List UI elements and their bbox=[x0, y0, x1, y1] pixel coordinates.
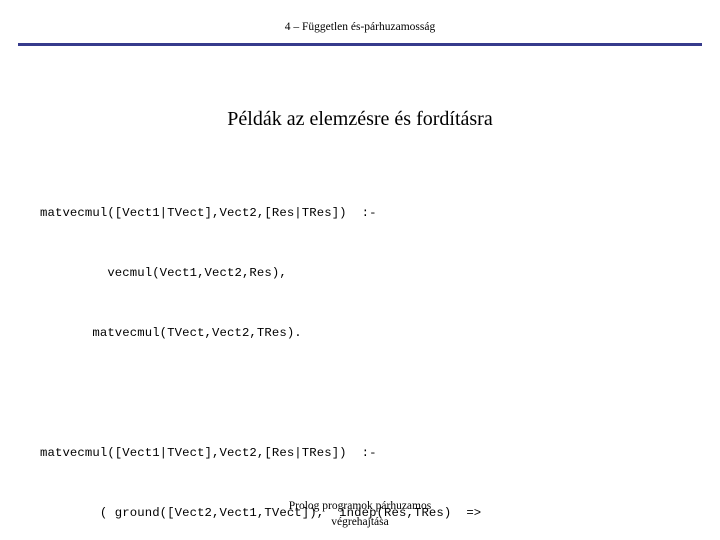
slide-footer: Prolog programok párhuzamos végrehajtása bbox=[0, 498, 720, 530]
code-area: matvecmul([Vect1|TVect],Vect2,[Res|TRes]… bbox=[40, 163, 680, 540]
code-line: matvecmul(TVect,Vect2,TRes). bbox=[40, 326, 302, 340]
slide-header-title: 4 – Független és-párhuzamosság bbox=[284, 21, 436, 33]
code-line: matvecmul([Vect1|TVect],Vect2,[Res|TRes]… bbox=[40, 206, 377, 220]
slide: 4 – Független és-párhuzamosság Példák az… bbox=[0, 0, 720, 540]
page-title: Példák az elemzésre és fordításra bbox=[227, 108, 493, 130]
header-divider-rule bbox=[18, 43, 702, 46]
code-line: vecmul(Vect1,Vect2,Res), bbox=[40, 266, 287, 280]
footer-line-2: végrehajtása bbox=[331, 516, 389, 528]
footer-line-1: Prolog programok párhuzamos bbox=[288, 500, 432, 512]
code-block-source: matvecmul([Vect1|TVect],Vect2,[Res|TRes]… bbox=[40, 163, 680, 383]
code-line: matvecmul([Vect1|TVect],Vect2,[Res|TRes]… bbox=[40, 446, 377, 460]
